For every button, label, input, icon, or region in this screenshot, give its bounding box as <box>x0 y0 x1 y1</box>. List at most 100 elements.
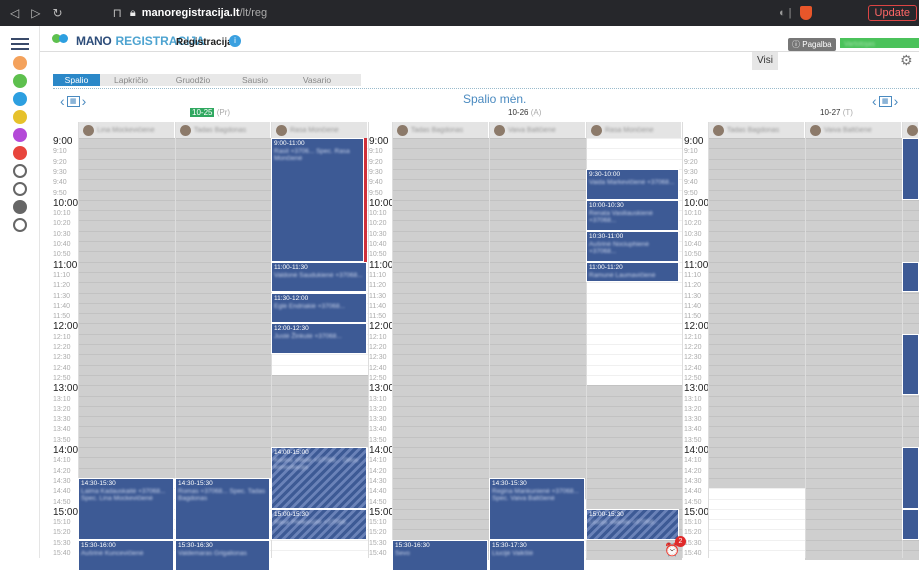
extension-icon[interactable]: ◐ | <box>779 7 792 19</box>
staff-header[interactable]: Tadas Bagdonas <box>392 122 489 138</box>
grid-line <box>805 550 902 551</box>
logout-icon[interactable] <box>13 218 27 232</box>
chevron-left-icon[interactable]: ‹ <box>60 93 65 109</box>
appointment-block[interactable]: 15:30-17:30 Liucijė Vaikštė <box>489 539 585 571</box>
grid-line <box>489 148 586 150</box>
grid-line <box>175 364 271 366</box>
appointment-block[interactable]: 10:30-11:00 Aušrinė Nociuphienė +37068... <box>586 230 679 262</box>
time-label: 11:40 <box>369 302 386 310</box>
appointment-block[interactable]: 9:00-11:00 Rasit +3706... Spec. Rasa Monč… <box>271 138 364 262</box>
back-icon[interactable]: ◁ <box>10 6 19 20</box>
time-label: 14:00 <box>53 445 79 456</box>
calendar-icon[interactable]: ▦ <box>878 95 892 107</box>
page-title[interactable]: Registracija <box>176 37 233 48</box>
calendar-icon[interactable]: ▦ <box>66 95 80 107</box>
appointment-block[interactable]: 14:00-15:00 Karina Villulė +37068... Odos… <box>271 447 367 509</box>
time-label: 14:40 <box>684 488 702 496</box>
appointment-block[interactable]: 14:30-15:30 Laima Kadauskaitė +37068... S… <box>78 477 174 540</box>
appointment-time: 14:00-15:00 <box>274 449 309 456</box>
staff-header[interactable]: Tadas Bagdonas <box>175 122 271 138</box>
tab-month-4[interactable]: Vasario <box>286 74 348 86</box>
grid-line <box>175 447 271 448</box>
staff-header[interactable] <box>902 122 919 138</box>
edit-icon[interactable] <box>13 110 27 124</box>
grid-line <box>271 354 368 356</box>
help-button[interactable]: ⓘ Pagalba <box>788 38 836 51</box>
appointment-block[interactable]: 10:00-10:30 Renata Vasiliauskienė +37068.… <box>586 199 679 231</box>
appointment-detail: Valdonė Saudukienė +37068... <box>274 271 363 279</box>
time-label: 14:40 <box>369 488 387 496</box>
appointment-block[interactable] <box>902 508 919 540</box>
chevron-right-icon[interactable]: › <box>894 93 899 109</box>
chat-icon[interactable] <box>13 128 27 142</box>
appointment-block[interactable]: 14:30-15:30 Romas +37068... Spec. Tadas B… <box>175 477 270 540</box>
appointment-block[interactable] <box>902 447 919 509</box>
appointment-block[interactable]: 12:00-12:30 Justė Žinkutė +37068... <box>271 323 367 355</box>
appointment-block[interactable]: 15:30-16:30 Sevo <box>392 539 488 571</box>
time-label: 14:10 <box>369 457 387 465</box>
help-icon[interactable] <box>13 200 27 214</box>
grid-line <box>805 241 902 242</box>
time-label: 15:10 <box>369 519 387 527</box>
appointment-block[interactable] <box>902 138 919 200</box>
staff-header[interactable]: Vaiva Baltčienė <box>805 122 902 138</box>
grid-line <box>392 405 489 407</box>
appointment-block[interactable]: 15:00-15:30 Liucija Vaikšte +37068... <box>586 508 679 540</box>
grid-line <box>175 333 271 335</box>
tab-month-0[interactable]: Spalio <box>53 74 100 86</box>
grid-line <box>708 457 805 459</box>
alert-icon[interactable] <box>13 146 27 160</box>
update-button[interactable]: Update <box>867 5 917 21</box>
appointment-block[interactable]: 15:00-15:30 Rasa Preiksnūtė +37068... <box>271 508 367 540</box>
settings-icon[interactable] <box>13 164 27 178</box>
orange-menu-icon[interactable] <box>13 56 27 70</box>
tab-month-1[interactable]: Lapkričio <box>100 74 162 86</box>
address-bar[interactable]: 🔒︎ manoregistracija.lt/lt/reg <box>130 7 267 20</box>
divider <box>53 88 919 89</box>
staff-header[interactable]: Lina Mockevičienė <box>78 122 175 138</box>
tab-month-2[interactable]: Gruodžio <box>162 74 224 86</box>
grid-line <box>392 385 489 387</box>
appointment-block[interactable]: 11:00-11:20 Ramunė Laumavičienė <box>586 261 679 283</box>
grid-line <box>175 138 271 139</box>
staff-header[interactable]: Rasa Mončienė <box>271 122 368 138</box>
filter-all-button[interactable]: Visi <box>752 52 778 70</box>
staff-header[interactable]: Tadas Bagdonas <box>708 122 805 138</box>
grid-line <box>78 230 175 232</box>
grid-line <box>175 292 271 294</box>
reload-icon[interactable]: ↻ <box>52 6 62 20</box>
time-label: 15:20 <box>369 529 387 537</box>
chevron-right-icon[interactable]: › <box>82 93 87 109</box>
user-badge[interactable]: Vartotojas <box>840 38 919 48</box>
forward-icon[interactable]: ▷ <box>31 6 40 20</box>
users-icon[interactable] <box>13 74 27 88</box>
user-icon[interactable] <box>13 92 27 106</box>
grid-line <box>175 241 271 242</box>
time-label: 13:50 <box>684 436 702 444</box>
gear-icon[interactable]: ⚙ <box>900 52 913 69</box>
appointment-block[interactable]: 15:30-16:30 Valdemaras Grigalionas <box>175 539 270 571</box>
staff-header[interactable]: Rasa Mončienė <box>586 122 682 138</box>
grid-line <box>489 416 586 418</box>
grid-line <box>175 323 271 325</box>
time-label: 11:20 <box>684 282 701 290</box>
appointment-block[interactable] <box>902 261 919 293</box>
appointment-block[interactable]: 11:30-12:00 Eglė Endriakiė +37068... <box>271 292 367 324</box>
staff-header[interactable]: Vaiva Baltčienė <box>489 122 586 138</box>
appointment-block[interactable]: 15:30-16:00 Aušrinė Kuncevičienė <box>78 539 174 571</box>
time-label: 12:00 <box>53 321 79 333</box>
grid-line <box>489 189 586 191</box>
document-icon[interactable] <box>13 182 27 196</box>
tab-month-3[interactable]: Sausio <box>224 74 286 86</box>
appointment-block[interactable]: 11:00-11:30 Valdonė Saudukienė +37068... <box>271 261 367 293</box>
appointment-block[interactable] <box>902 333 919 396</box>
appointment-detail: Eglė Endriakiė +37068... <box>274 302 346 310</box>
appointment-block[interactable]: 14:30-15:30 Regina Mankunienė +37068... S… <box>489 477 585 540</box>
appointment-block[interactable]: 9:30-10:00 Vaida Markevičienė +37068... <box>586 168 679 200</box>
hamburger-menu-icon[interactable] <box>11 38 29 53</box>
bookmark-icon[interactable]: ⊓ <box>113 6 122 20</box>
grid-line <box>586 282 682 284</box>
chevron-left-icon[interactable]: ‹ <box>872 93 877 109</box>
brave-shield-icon[interactable] <box>799 6 812 20</box>
info-icon[interactable]: i <box>229 35 241 47</box>
